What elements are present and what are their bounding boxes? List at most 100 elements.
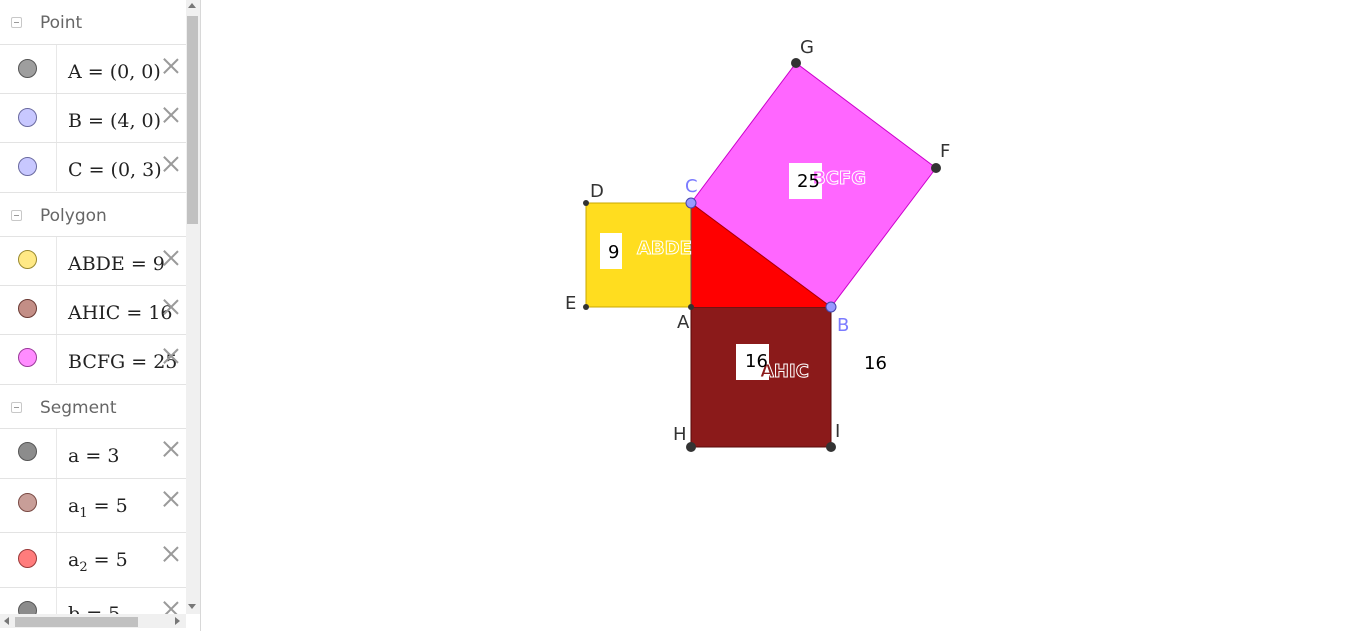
segment-name: a xyxy=(68,549,80,571)
segment-color-icon[interactable] xyxy=(18,601,37,614)
delete-icon[interactable] xyxy=(160,104,182,126)
horizontal-scroll-thumb[interactable] xyxy=(15,617,138,627)
geometry-canvas[interactable]: 9 ABDE BCFG 25 AHIC 16 16 D E A C B G F … xyxy=(201,0,1366,631)
caption-bcfg: BCFG xyxy=(812,168,866,189)
caption-abde: ABDE xyxy=(637,238,692,259)
visibility-toggle[interactable] xyxy=(0,143,57,191)
scroll-left-arrow-icon[interactable] xyxy=(4,617,9,625)
segment-color-icon[interactable] xyxy=(18,442,37,461)
polygon-color-icon[interactable] xyxy=(18,299,37,318)
group-header-segment[interactable]: Segment xyxy=(0,384,186,429)
delete-icon[interactable] xyxy=(160,345,182,367)
area-value-bcfg: 25 xyxy=(797,171,820,192)
scroll-right-arrow-icon[interactable] xyxy=(175,617,180,625)
algebra-expression[interactable]: B = (4, 0) xyxy=(68,110,161,132)
label-e: E xyxy=(565,293,576,314)
visibility-toggle[interactable] xyxy=(0,479,57,532)
free-text-value: 16 xyxy=(864,353,887,374)
point-f[interactable] xyxy=(931,163,941,173)
graphics-view[interactable]: 9 ABDE BCFG 25 AHIC 16 16 D E A C B G F … xyxy=(201,0,1366,631)
delete-icon[interactable] xyxy=(160,488,182,510)
algebra-expression[interactable]: ABDE = 9 xyxy=(68,253,165,275)
segment-color-icon[interactable] xyxy=(18,493,37,512)
visibility-toggle[interactable] xyxy=(0,335,57,383)
visibility-toggle[interactable] xyxy=(0,237,57,285)
area-value-ahic: 16 xyxy=(745,351,768,372)
delete-icon[interactable] xyxy=(160,153,182,175)
algebra-expression[interactable]: C = (0, 3) xyxy=(68,159,162,181)
segment-value: = 5 xyxy=(80,603,121,614)
delete-icon[interactable] xyxy=(160,598,182,614)
point-i[interactable] xyxy=(826,442,836,452)
point-color-icon[interactable] xyxy=(18,59,37,78)
label-a: A xyxy=(677,312,690,333)
label-f: F xyxy=(940,141,950,162)
algebra-expression[interactable]: b = 5 xyxy=(68,603,120,614)
algebra-row-point-c[interactable]: C = (0, 3) xyxy=(0,142,186,191)
algebra-row-polygon-bcfg[interactable]: BCFG = 25 xyxy=(0,334,186,383)
algebra-expression[interactable]: A = (0, 0) xyxy=(68,61,161,83)
point-e[interactable] xyxy=(583,304,589,310)
label-c: C xyxy=(685,176,698,197)
segment-subscript: 1 xyxy=(79,505,88,521)
group-label: Point xyxy=(40,13,83,33)
delete-icon[interactable] xyxy=(160,247,182,269)
algebra-expression[interactable]: AHIC = 16 xyxy=(68,302,173,324)
algebra-expression[interactable]: a1 = 5 xyxy=(68,495,128,521)
visibility-toggle[interactable] xyxy=(0,588,57,614)
algebra-row-segment-a2[interactable]: a2 = 5 xyxy=(0,532,186,587)
group-label: Polygon xyxy=(40,206,107,226)
group-label: Segment xyxy=(40,398,117,418)
scroll-down-arrow-icon[interactable] xyxy=(188,604,196,609)
algebra-row-point-b[interactable]: B = (4, 0) xyxy=(0,93,186,142)
delete-icon[interactable] xyxy=(160,296,182,318)
area-value-abde: 9 xyxy=(608,242,619,263)
segment-value: = 5 xyxy=(87,495,128,517)
segment-name: b xyxy=(68,603,81,614)
segment-value: = 5 xyxy=(87,549,128,571)
delete-icon[interactable] xyxy=(160,438,182,460)
point-c[interactable] xyxy=(685,197,697,209)
label-d: D xyxy=(590,181,604,202)
algebra-row-segment-a[interactable]: a = 3 xyxy=(0,428,186,478)
visibility-toggle[interactable] xyxy=(0,286,57,334)
point-h[interactable] xyxy=(686,442,696,452)
collapse-icon[interactable] xyxy=(11,210,22,221)
label-h: H xyxy=(673,424,687,445)
label-i: I xyxy=(835,421,840,442)
segment-color-icon[interactable] xyxy=(18,549,37,568)
collapse-icon[interactable] xyxy=(11,17,22,28)
algebra-expression[interactable]: a2 = 5 xyxy=(68,549,128,575)
point-a[interactable] xyxy=(688,304,694,310)
algebra-row-point-a[interactable]: A = (0, 0) xyxy=(0,44,186,93)
point-color-icon[interactable] xyxy=(18,157,37,176)
segment-subscript: 2 xyxy=(79,559,88,575)
vertical-scroll-thumb[interactable] xyxy=(187,16,198,224)
delete-icon[interactable] xyxy=(160,55,182,77)
point-color-icon[interactable] xyxy=(18,108,37,127)
algebra-expression[interactable]: a = 3 xyxy=(68,445,119,471)
algebra-view: Point A = (0, 0) B = (4, 0) C = (0, 3) P… xyxy=(0,0,201,631)
algebra-row-segment-a1[interactable]: a1 = 5 xyxy=(0,478,186,532)
segment-value: = 3 xyxy=(79,445,120,467)
segment-name: a xyxy=(68,495,80,517)
point-b[interactable] xyxy=(825,301,837,313)
point-g[interactable] xyxy=(791,58,801,68)
polygon-color-icon[interactable] xyxy=(18,250,37,269)
group-header-point[interactable]: Point xyxy=(0,0,186,44)
visibility-toggle[interactable] xyxy=(0,429,57,478)
visibility-toggle[interactable] xyxy=(0,533,57,587)
collapse-icon[interactable] xyxy=(11,402,22,413)
group-header-polygon[interactable]: Polygon xyxy=(0,192,186,237)
label-g: G xyxy=(800,37,814,58)
visibility-toggle[interactable] xyxy=(0,45,57,93)
point-d[interactable] xyxy=(583,200,589,206)
scroll-up-arrow-icon[interactable] xyxy=(188,3,196,8)
algebra-row-polygon-ahic[interactable]: AHIC = 16 xyxy=(0,285,186,334)
segment-name: a xyxy=(68,445,80,467)
algebra-row-polygon-abde[interactable]: ABDE = 9 xyxy=(0,236,186,285)
delete-icon[interactable] xyxy=(160,543,182,565)
visibility-toggle[interactable] xyxy=(0,94,57,142)
algebra-row-segment-b[interactable]: b = 5 xyxy=(0,587,186,614)
polygon-color-icon[interactable] xyxy=(18,348,37,367)
